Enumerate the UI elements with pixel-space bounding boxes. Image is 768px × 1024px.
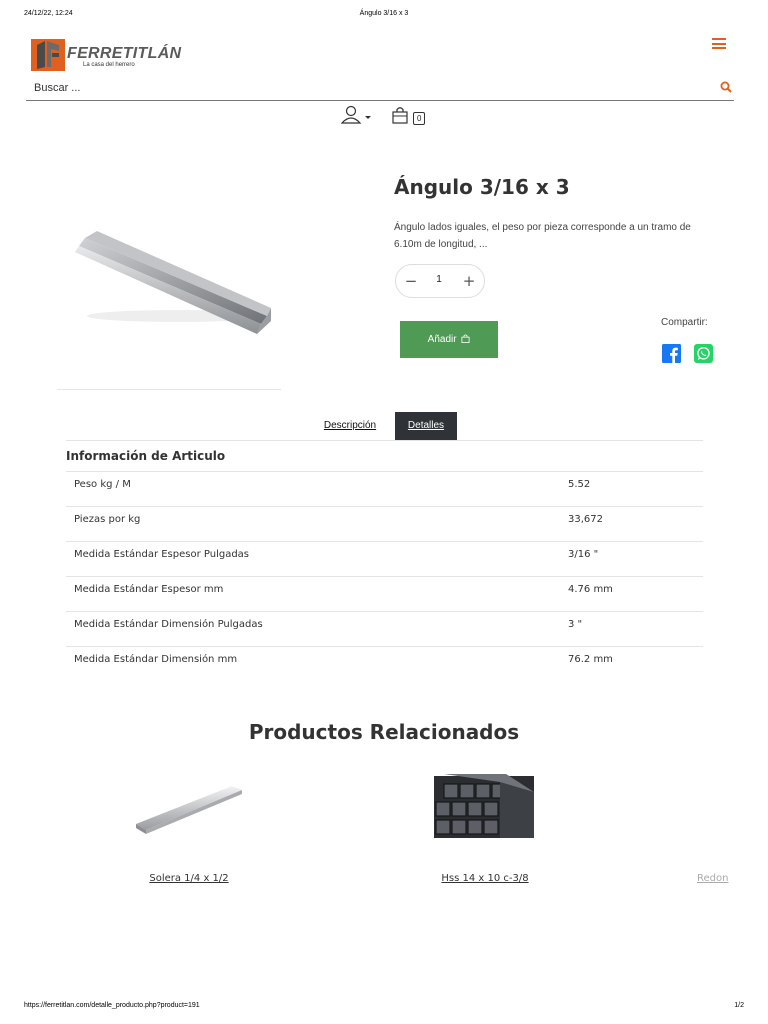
tab-descripcion[interactable]: Descripción (318, 412, 382, 440)
print-page-number: 1/2 (734, 1002, 744, 1009)
shopping-bag-icon (392, 107, 408, 124)
chevron-down-icon (365, 116, 371, 119)
search-bar (26, 77, 734, 101)
details-heading: Información de Articulo (66, 449, 226, 463)
spec-value: 76.2 mm (568, 654, 613, 665)
print-url: https://ferretitlan.com/detalle_producto… (24, 1002, 200, 1009)
user-menu[interactable] (340, 105, 373, 125)
cart-count-badge: 0 (413, 112, 426, 125)
spec-label: Peso kg / M (74, 479, 131, 490)
table-row: Medida Estándar Dimensión mm 76.2 mm (66, 646, 703, 681)
print-header: 24/12/22, 12:24 Ángulo 3/16 x 3 (0, 10, 768, 22)
whatsapp-icon[interactable] (694, 344, 713, 363)
related-product-image (136, 786, 242, 834)
tabs-divider (66, 440, 703, 441)
related-product-image (434, 774, 534, 838)
details-table: Peso kg / M 5.52 Piezas por kg 33,672 Me… (66, 471, 703, 681)
facebook-icon[interactable] (662, 344, 681, 363)
quantity-stepper: − 1 + (395, 264, 485, 298)
spec-value: 5.52 (568, 479, 591, 490)
related-product-image (697, 752, 731, 870)
shopping-bag-icon (461, 334, 470, 343)
product-title: Ángulo 3/16 x 3 (394, 175, 570, 199)
quantity-value[interactable]: 1 (429, 274, 449, 285)
search-icon[interactable] (720, 81, 732, 93)
hamburger-menu-icon[interactable] (712, 38, 726, 50)
spec-label: Medida Estándar Dimensión mm (74, 654, 238, 665)
print-title: Ángulo 3/16 x 3 (359, 10, 409, 17)
logo-name: FERRETITLÁN (67, 45, 182, 62)
product-image (57, 176, 281, 390)
table-row: Piezas por kg 33,672 (66, 506, 703, 541)
spec-value: 33,672 (568, 514, 603, 525)
spec-label: Medida Estándar Espesor mm (74, 584, 224, 595)
related-product-card[interactable]: Redon (697, 752, 731, 892)
related-products-title: Productos Relacionados (248, 720, 520, 744)
product-tabs: Descripción Detalles (0, 412, 768, 440)
spec-label: Medida Estándar Dimensión Pulgadas (74, 619, 263, 630)
quantity-decrease-button[interactable]: − (401, 271, 421, 291)
print-footer: https://ferretitlan.com/detalle_producto… (0, 1002, 768, 1012)
spec-label: Medida Estándar Espesor Pulgadas (74, 549, 250, 560)
search-input[interactable] (34, 80, 634, 96)
logo-tagline: La casa del herrero (83, 62, 135, 68)
share-label: Compartir: (661, 317, 708, 328)
cart-button[interactable]: 0 (391, 106, 431, 128)
logo-mark-icon (31, 39, 65, 71)
site-logo[interactable]: FERRETITLÁN La casa del herrero (31, 39, 181, 73)
add-to-cart-label: Añadir (427, 334, 457, 345)
related-product-name[interactable]: Hss 14 x 10 c-3/8 (385, 873, 585, 884)
related-product-name[interactable]: Redon (697, 873, 731, 884)
quantity-increase-button[interactable]: + (459, 271, 479, 291)
table-row: Medida Estándar Dimensión Pulgadas 3 " (66, 611, 703, 646)
related-product-name[interactable]: Solera 1/4 x 1/2 (89, 873, 289, 884)
spec-value: 3 " (568, 619, 583, 630)
product-description: Ángulo lados iguales, el peso por pieza … (394, 222, 691, 250)
table-row: Medida Estándar Espesor Pulgadas 3/16 " (66, 541, 703, 576)
spec-value: 3/16 " (568, 549, 599, 560)
add-to-cart-button[interactable]: Añadir (400, 321, 498, 358)
table-row: Medida Estándar Espesor mm 4.76 mm (66, 576, 703, 611)
tab-detalles[interactable]: Detalles (395, 412, 457, 440)
spec-value: 4.76 mm (568, 584, 613, 595)
table-row: Peso kg / M 5.52 (66, 471, 703, 506)
user-icon (340, 105, 371, 124)
spec-label: Piezas por kg (74, 514, 141, 525)
